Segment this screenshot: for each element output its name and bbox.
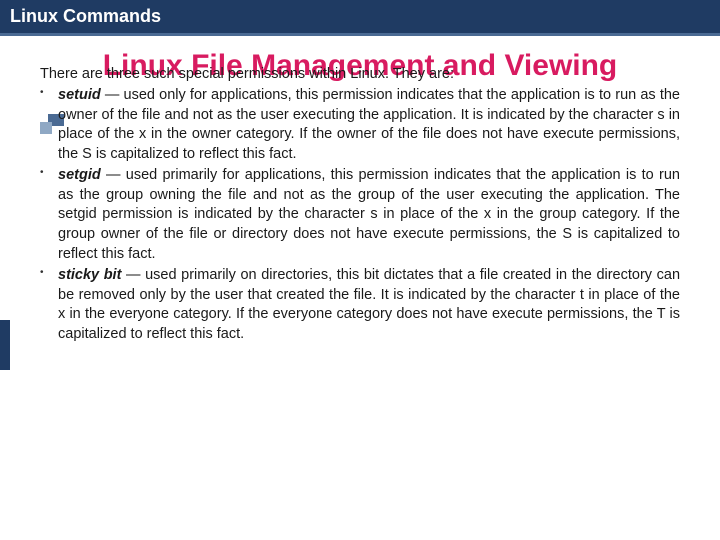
desc-setuid: — used only for applications, this permi… <box>58 87 680 162</box>
desc-setgid: — used primarily for applications, this … <box>58 167 680 261</box>
header-text: Linux Commands <box>10 6 161 26</box>
list-item: setgid — used primarily for applications… <box>40 166 680 264</box>
term-setgid: setgid <box>58 167 101 183</box>
list-item: sticky bit — used primarily on directori… <box>40 266 680 344</box>
term-setuid: setuid <box>58 87 101 103</box>
intro-text: There are three such special permissions… <box>40 66 680 82</box>
term-stickybit: sticky bit <box>58 267 121 283</box>
side-tab-decoration <box>0 320 10 370</box>
desc-stickybit: — used primarily on directories, this bi… <box>58 267 680 342</box>
slide-header: Linux Commands <box>0 0 720 36</box>
list-item: setuid — used only for applications, thi… <box>40 86 680 164</box>
permissions-list: setuid — used only for applications, thi… <box>40 86 680 344</box>
